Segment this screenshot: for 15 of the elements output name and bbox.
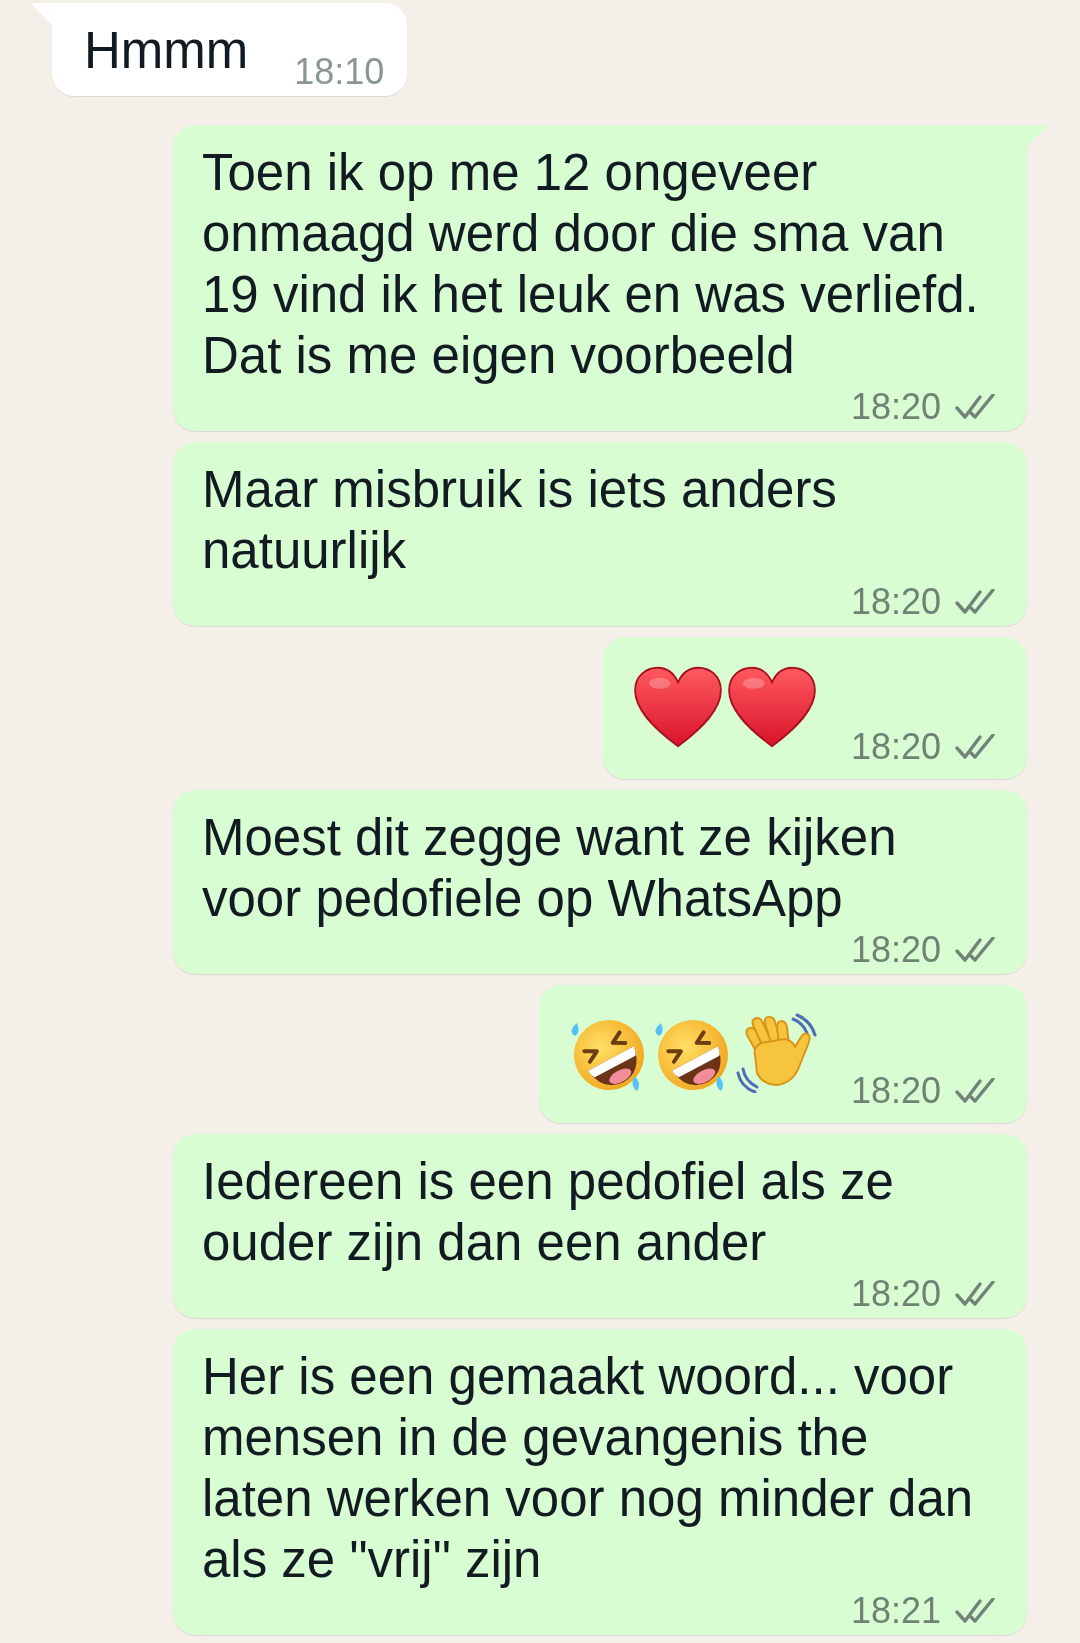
timestamp: 18:20 [850, 1274, 941, 1314]
timestamp: 18:20 [850, 582, 941, 622]
message-text: Toen ik op me 12 ongeveer onmaagd werd door die sma van 19 vind ik het leuk en was verliefd. Dat is me eigen voorbeeld [202, 143, 980, 386]
waving-hand-icon [734, 1013, 819, 1093]
timestamp: 18:20 [850, 1071, 941, 1111]
message-text: Maar misbruik is iets anders natuurlijk [202, 460, 838, 581]
timestamp: 18:20 [850, 727, 941, 767]
message-text: Moest dit zegge want ze kijken voor pedofiele op WhatsApp [202, 808, 898, 929]
timestamp: 18:20 [850, 387, 941, 427]
timestamp: 18:20 [850, 930, 941, 970]
message-text: Her is een gemaakt woord... voor mensen in de gevangenis the laten werken voor nog minder dan als ze "vrij" zijn [202, 1347, 975, 1590]
message-text: Iedereen is een pedofiel als ze ouder zijn dan een ander [202, 1152, 895, 1273]
message-text: Hmmm [84, 21, 249, 81]
timestamp: 18:21 [850, 1591, 941, 1631]
timestamp: 18:10 [294, 52, 385, 92]
